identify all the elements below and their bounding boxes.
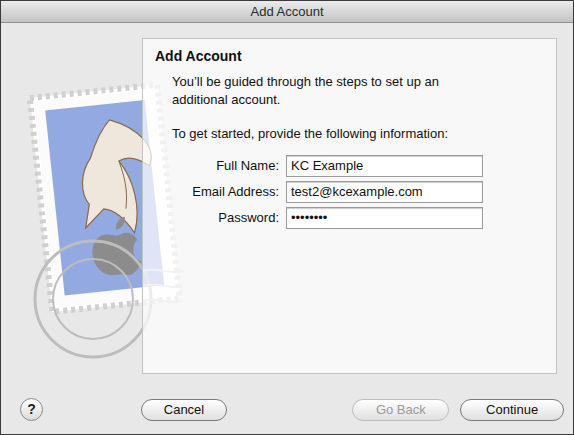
form-row: Full Name: KC Example <box>143 155 556 177</box>
window-body: Add AccountYou’ll be guided through the … <box>1 23 573 434</box>
text-field[interactable]: test2@kcexample.com <box>286 181 483 203</box>
form-row: Password: •••••••• <box>143 207 556 229</box>
push-button[interactable]: Cancel <box>141 399 228 421</box>
text-field[interactable]: •••••••• <box>286 207 483 229</box>
window-title: Add Account <box>251 2 324 22</box>
setup-panel: Add AccountYou’ll be guided through the … <box>142 38 557 374</box>
panel-heading: Add Account <box>143 39 556 67</box>
push-button[interactable]: Continue <box>460 399 564 421</box>
account-form: Full Name: KC Example Email Address: test2@… <box>143 143 556 229</box>
add-account-window: Add AccountAdd AccountYou’ll be guided t… <box>0 0 574 435</box>
title-bar: Add Account <box>1 1 573 23</box>
text-field[interactable]: KC Example <box>286 155 483 177</box>
panel-prompt: To get started, provide the following in… <box>143 109 556 143</box>
field-label: Full Name: <box>143 156 279 176</box>
field-label: Password: <box>143 208 279 228</box>
help-button[interactable]: ? <box>20 398 43 421</box>
form-row: Email Address: test2@kcexample.com <box>143 181 556 203</box>
push-button[interactable]: Go Back <box>352 399 449 421</box>
button-bar: ? Cancel Go Back Continue <box>1 374 573 421</box>
panel-intro: You’ll be guided through the steps to se… <box>143 67 493 109</box>
field-label: Email Address: <box>143 182 279 202</box>
